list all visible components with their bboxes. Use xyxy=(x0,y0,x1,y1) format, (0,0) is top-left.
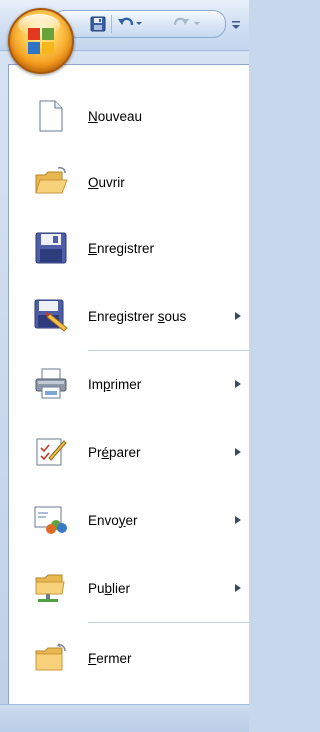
publish-icon xyxy=(34,571,68,605)
submenu-arrow-icon xyxy=(235,448,241,456)
open-folder-icon xyxy=(34,165,68,199)
menu-item-save[interactable]: Enregistrer xyxy=(8,224,249,272)
save-as-icon xyxy=(34,299,68,333)
undo-icon[interactable] xyxy=(117,14,143,34)
close-folder-icon xyxy=(34,641,68,675)
menu-item-publish[interactable]: Publier xyxy=(8,564,249,612)
menu-item-send[interactable]: Envoyer xyxy=(8,496,249,544)
office-logo-icon xyxy=(28,28,54,54)
menu-item-new[interactable]: Nouveau xyxy=(8,92,249,140)
save-icon[interactable] xyxy=(88,14,108,34)
menu-item-open[interactable]: Ouvrir xyxy=(8,158,249,206)
redo-icon[interactable] xyxy=(171,14,201,34)
menu-label: Imprimer xyxy=(88,376,142,392)
submenu-arrow-icon xyxy=(235,380,241,388)
menu-label: Nouveau xyxy=(88,108,143,124)
new-document-icon xyxy=(34,99,68,133)
save-floppy-icon xyxy=(34,231,68,265)
submenu-arrow-icon xyxy=(235,584,241,592)
menu-label: Fermer xyxy=(88,650,132,666)
menu-label: Ouvrir xyxy=(88,174,125,190)
toolbar-separator xyxy=(111,15,112,33)
submenu-arrow-icon xyxy=(235,516,241,524)
menu-item-prepare[interactable]: Préparer xyxy=(8,428,249,476)
menu-footer xyxy=(0,704,249,732)
menu-divider xyxy=(88,350,249,351)
menu-divider xyxy=(88,622,249,623)
menu-label: Enregistrer sous xyxy=(88,308,187,324)
prepare-document-icon xyxy=(34,435,68,469)
menu-item-close[interactable]: Fermer xyxy=(8,634,249,682)
send-icon xyxy=(34,503,68,537)
office-button[interactable] xyxy=(8,8,74,74)
menu-label: Envoyer xyxy=(88,512,138,528)
menu-label: Préparer xyxy=(88,444,141,460)
office-window: Nouveau Ouvrir Enregistrer Enregistrer s… xyxy=(0,0,249,732)
menu-item-save-as[interactable]: Enregistrer sous xyxy=(8,292,249,340)
customize-icon[interactable] xyxy=(228,14,244,36)
submenu-arrow-icon xyxy=(235,312,241,320)
printer-icon xyxy=(34,367,68,401)
menu-label: Enregistrer xyxy=(88,240,155,256)
menu-label: Publier xyxy=(88,580,131,596)
menu-item-print[interactable]: Imprimer xyxy=(8,360,249,408)
